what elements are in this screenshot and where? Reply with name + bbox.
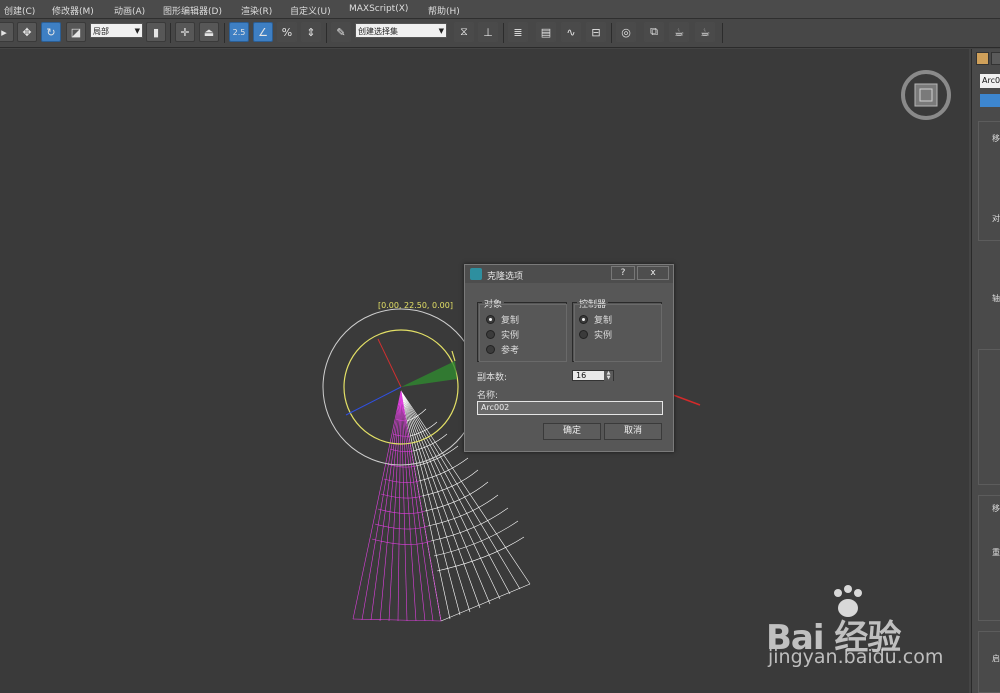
schematic-view-icon[interactable]: ⊟ [586, 22, 606, 42]
menu-modifiers[interactable]: 修改器(M) [52, 4, 94, 17]
object-copy-radio[interactable]: 复制 [486, 313, 519, 326]
rollout-group-2 [978, 349, 1000, 485]
app-icon [470, 268, 482, 280]
help-button[interactable]: ? [611, 266, 635, 280]
gizmo-arrow [451, 350, 456, 362]
copies-value: 16 [576, 371, 587, 380]
menu-help[interactable]: 帮助(H) [428, 4, 460, 17]
gizmo-x-axis [377, 338, 402, 388]
percent-snap-icon[interactable]: % [277, 22, 297, 42]
create-tab-icon[interactable] [976, 52, 989, 65]
copies-spinner[interactable]: 16 ▲ ▼ [572, 370, 614, 381]
viewcube-icon[interactable] [900, 69, 952, 121]
reference-coord-value: 局部 [93, 27, 109, 36]
keyboard-shortcut-icon[interactable]: ⏏ [199, 22, 219, 42]
name-input[interactable]: Arc002 [477, 401, 663, 415]
command-panel: Arc0 移 对 轴 移 重 启 [971, 49, 1000, 693]
cancel-button[interactable]: 取消 [604, 423, 662, 440]
menu-maxscript[interactable]: MAXScript(X) [349, 4, 408, 14]
snap-value: 2.5 [232, 27, 246, 37]
spinner-arrows-icon[interactable]: ▲ ▼ [604, 371, 613, 381]
menu-customize[interactable]: 自定义(U) [290, 4, 331, 17]
dialog-titlebar[interactable]: 克隆选项 ? x [465, 265, 673, 283]
menu-create[interactable]: 创建(C) [4, 4, 35, 17]
watermark-url: jingyan.baidu.com [768, 646, 944, 668]
rotation-wedge [401, 361, 457, 387]
magenta-arc-wireframe [352, 390, 442, 622]
ok-button[interactable]: 确定 [543, 423, 601, 440]
scale-icon[interactable]: ◪ [66, 22, 86, 42]
curve-editor-icon[interactable]: ∿ [561, 22, 581, 42]
object-reference-label: 参考 [501, 346, 520, 356]
layer-manager-icon[interactable]: ≣ [508, 22, 528, 42]
rendered-frame-icon[interactable]: ☕ [669, 22, 689, 42]
rotate-icon[interactable]: ↻ [41, 22, 61, 42]
panel-label-object: 对 [992, 214, 1000, 223]
radio-dot [486, 330, 495, 339]
reference-coord-dropdown[interactable]: 局部 ▼ [90, 23, 143, 38]
baidu-watermark: Bai 经验 jingyan.baidu.com [766, 584, 966, 674]
select-icon[interactable]: ▸ [0, 22, 14, 42]
render-setup-icon[interactable]: ⧉ [644, 22, 664, 42]
controller-group-legend: 控制器 [577, 297, 609, 310]
snap-toggle-icon[interactable]: 2.5 [229, 22, 249, 42]
controller-instance-radio[interactable]: 实例 [579, 328, 612, 341]
mirror-icon[interactable]: ⧖ [454, 22, 474, 42]
radio-dot [486, 345, 495, 354]
object-color-swatch[interactable] [980, 94, 1000, 107]
named-selection-dropdown[interactable]: 创建选择集 ▼ [355, 23, 447, 38]
controller-groupbox: 控制器 复制 实例 [572, 297, 662, 362]
menu-rendering[interactable]: 渲染(R) [241, 4, 272, 17]
controller-instance-label: 实例 [594, 331, 613, 341]
edit-named-selection-icon[interactable]: ✎ [331, 22, 351, 42]
move-icon[interactable]: ✥ [17, 22, 37, 42]
gizmo-z-axis [345, 386, 402, 416]
coordinate-readout: [0.00, 22.50, 0.00] [378, 301, 453, 310]
scene-explorer-icon[interactable]: ▤ [536, 22, 556, 42]
panel-label-pivot: 轴 [992, 294, 1000, 303]
dialog-title: 克隆选项 [487, 272, 524, 282]
object-name-field[interactable]: Arc0 [980, 74, 1000, 88]
object-group-legend: 对象 [482, 297, 505, 310]
object-instance-radio[interactable]: 实例 [486, 328, 519, 341]
copies-label: 副本数: [477, 373, 508, 383]
panel-label-move: 移 [992, 134, 1000, 143]
clone-options-dialog: 克隆选项 ? x 对象 复制 实例 参考 控制器 复制 实例 副本数: 16 ▲… [464, 264, 674, 452]
radio-dot [579, 315, 588, 324]
controller-copy-radio[interactable]: 复制 [579, 313, 612, 326]
panel-label-reset: 重 [992, 548, 1000, 557]
menu-graph-editors[interactable]: 图形编辑器(D) [163, 4, 222, 17]
close-button[interactable]: x [637, 266, 669, 280]
menu-bar: 创建(C) 修改器(M) 动画(A) 图形编辑器(D) 渲染(R) 自定义(U)… [0, 0, 1000, 19]
object-reference-radio[interactable]: 参考 [486, 343, 519, 356]
menu-animation[interactable]: 动画(A) [114, 4, 145, 17]
angle-snap-icon[interactable]: ∠ [253, 22, 273, 42]
controller-copy-label: 复制 [594, 316, 613, 326]
render-icon[interactable]: ☕ [695, 22, 715, 42]
main-toolbar: ▸ ✥ ↻ ◪ 局部 ▼ ▮ ✛ ⏏ 2.5 ∠ % ⇕ ✎ 创建选择集 ▼ ⧖ ⊥… [0, 19, 1000, 48]
radio-dot [486, 315, 495, 324]
object-instance-label: 实例 [501, 331, 520, 341]
name-label: 名称: [477, 391, 499, 401]
radio-dot [579, 330, 588, 339]
manipulate-icon[interactable]: ✛ [175, 22, 195, 42]
align-icon[interactable]: ⊥ [478, 22, 498, 42]
pivot-icon[interactable]: ▮ [146, 22, 166, 42]
panel-label-enable: 启 [992, 654, 1000, 663]
panel-label-move-2: 移 [992, 504, 1000, 513]
spinner-snap-icon[interactable]: ⇕ [301, 22, 321, 42]
object-copy-label: 复制 [501, 316, 520, 326]
material-editor-icon[interactable]: ◎ [616, 22, 636, 42]
modify-tab-icon[interactable] [991, 52, 1000, 65]
object-groupbox: 对象 复制 实例 参考 [477, 297, 567, 362]
named-selection-value: 创建选择集 [358, 27, 398, 36]
